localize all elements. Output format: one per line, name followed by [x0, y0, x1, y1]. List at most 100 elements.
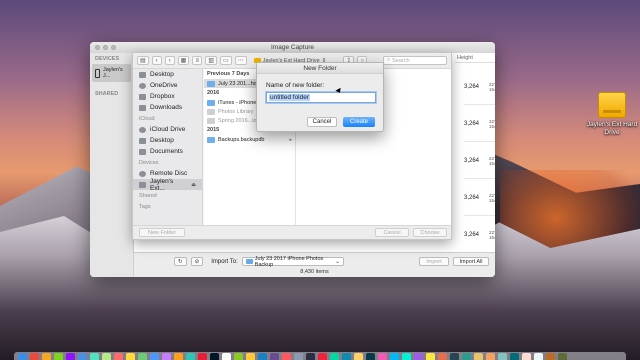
forward-button[interactable]: ›: [164, 56, 175, 65]
cloud-icon: [139, 82, 146, 89]
folder-item-label: Backups.backupdb: [218, 136, 265, 143]
sidebar-item[interactable]: Desktop: [133, 69, 202, 80]
dock-app-icon[interactable]: [366, 353, 375, 360]
height-column-header[interactable]: Height: [455, 53, 495, 63]
dock-app-icon[interactable]: [30, 353, 39, 360]
gallery-view-button[interactable]: ▭: [220, 56, 232, 65]
dock-app-icon[interactable]: [18, 353, 27, 360]
dock-app-icon[interactable]: [258, 353, 267, 360]
device-item[interactable]: Jaylen's J...: [92, 64, 131, 82]
dock-app-icon[interactable]: [414, 353, 423, 360]
folder-item[interactable]: Backups.backupdb ▸: [204, 135, 295, 144]
dock-app-icon[interactable]: [426, 353, 435, 360]
dock-app-icon[interactable]: [378, 353, 387, 360]
dock-app-icon[interactable]: [486, 353, 495, 360]
import-to-select[interactable]: July 23 2017 iPhone Photos Backup ⌄: [241, 256, 344, 268]
dock-app-icon[interactable]: [162, 353, 171, 360]
row-detail: 22'154: [489, 118, 495, 129]
dock-app-icon[interactable]: [66, 353, 75, 360]
dock-app-icon[interactable]: [102, 353, 111, 360]
sidebar-item[interactable]: Downloads: [133, 102, 202, 113]
dock-app-icon[interactable]: [390, 353, 399, 360]
create-button[interactable]: Create: [343, 117, 375, 127]
dock-app-icon[interactable]: [54, 353, 63, 360]
dock-app-icon[interactable]: [282, 353, 291, 360]
dock-app-icon[interactable]: [474, 353, 483, 360]
dock-app-icon[interactable]: [330, 353, 339, 360]
desktop-drive[interactable]: Jaylen's Ext Hard Drive: [584, 92, 640, 137]
dock-app-icon[interactable]: [246, 353, 255, 360]
dock-app-icon[interactable]: [510, 353, 519, 360]
folder-item-label: Photos Library: [218, 108, 254, 115]
dock-app-icon[interactable]: [150, 353, 159, 360]
eject-icon[interactable]: ⏏: [191, 182, 196, 188]
dock-app-icon[interactable]: [318, 353, 327, 360]
delete-button[interactable]: ⊘: [190, 257, 204, 266]
dock-app-icon[interactable]: [534, 353, 543, 360]
table-row[interactable]: 3,264 22'154: [464, 180, 495, 216]
new-folder-button[interactable]: New Folder: [139, 228, 186, 237]
back-button[interactable]: ‹: [151, 56, 162, 65]
sidebar-toggle-button[interactable]: ▤: [137, 56, 149, 65]
sidebar-item[interactable]: Jaylen's Ext... ⏏: [133, 177, 202, 192]
dock-app-icon[interactable]: [546, 353, 555, 360]
dock-app-icon[interactable]: [174, 353, 183, 360]
icon-view-button[interactable]: ▦: [177, 56, 190, 65]
dock-app-icon[interactable]: [78, 353, 87, 360]
downloads-icon: [139, 104, 146, 111]
dock-app-icon[interactable]: [402, 353, 411, 360]
table-row[interactable]: 3,264 22'154: [464, 143, 495, 179]
choose-button[interactable]: Choose: [413, 228, 447, 237]
table-row[interactable]: 3,264 22'154: [464, 106, 495, 142]
height-value: 3,264: [464, 231, 480, 238]
dock-app-icon[interactable]: [270, 353, 279, 360]
sidebar-item[interactable]: OneDrive: [133, 80, 202, 91]
dock-app-icon[interactable]: [558, 353, 567, 360]
shared-header: SHARED: [95, 91, 119, 97]
dock-app-icon[interactable]: [222, 353, 231, 360]
sidebar-item[interactable]: Dropbox: [133, 91, 202, 102]
dock-app-icon[interactable]: [138, 353, 147, 360]
dock-app-icon[interactable]: [90, 353, 99, 360]
import-all-button[interactable]: Import All: [453, 257, 489, 266]
sidebar-item[interactable]: iCloud Drive: [133, 124, 202, 135]
close-window-button[interactable]: [95, 45, 100, 50]
folder-name-input[interactable]: untitled folder: [266, 92, 376, 103]
sidebar-item-label: Jaylen's Ext...: [150, 177, 174, 192]
dock-app-icon[interactable]: [438, 353, 447, 360]
dock-app-icon[interactable]: [450, 353, 459, 360]
minimize-window-button[interactable]: [103, 45, 108, 50]
column-view-button[interactable]: ▥: [205, 56, 218, 65]
search-icon: ⌕: [387, 57, 391, 63]
dock-app-icon[interactable]: [306, 353, 315, 360]
dock-app-icon[interactable]: [234, 353, 243, 360]
arrange-button[interactable]: ⋯: [234, 56, 247, 65]
dock-app-icon[interactable]: [342, 353, 351, 360]
dock-app-icon[interactable]: [462, 353, 471, 360]
dock-app-icon[interactable]: [294, 353, 303, 360]
dock-app-icon[interactable]: [42, 353, 51, 360]
dock-app-icon[interactable]: [126, 353, 135, 360]
rotate-button[interactable]: ↻: [174, 257, 187, 266]
table-row[interactable]: 3,264 22'154: [464, 217, 495, 253]
sidebar-item[interactable]: Documents: [133, 146, 202, 157]
dock-app-icon[interactable]: [198, 353, 207, 360]
panel-cancel-button[interactable]: Cancel: [375, 228, 409, 237]
list-view-button[interactable]: ≡: [192, 56, 203, 65]
sidebar-item[interactable]: Desktop: [133, 135, 202, 146]
dock-app-icon[interactable]: [354, 353, 363, 360]
table-row[interactable]: 3,264 22'154: [464, 69, 495, 105]
dock-app-icon[interactable]: [522, 353, 531, 360]
sidebar-item-label: iCloud Drive: [150, 126, 186, 133]
folder-icon: [207, 136, 215, 143]
dock-app-icon[interactable]: [498, 353, 507, 360]
import-button[interactable]: Import: [419, 257, 449, 266]
dropbox-icon: [139, 93, 146, 100]
dock-app-icon[interactable]: [186, 353, 195, 360]
dock-app-icon[interactable]: [114, 353, 123, 360]
zoom-window-button[interactable]: [111, 45, 116, 50]
desktop-icon: [139, 71, 146, 78]
dock-app-icon[interactable]: [210, 353, 219, 360]
search-field[interactable]: ⌕ Search: [383, 56, 447, 65]
dialog-cancel-button[interactable]: Cancel: [307, 117, 337, 127]
